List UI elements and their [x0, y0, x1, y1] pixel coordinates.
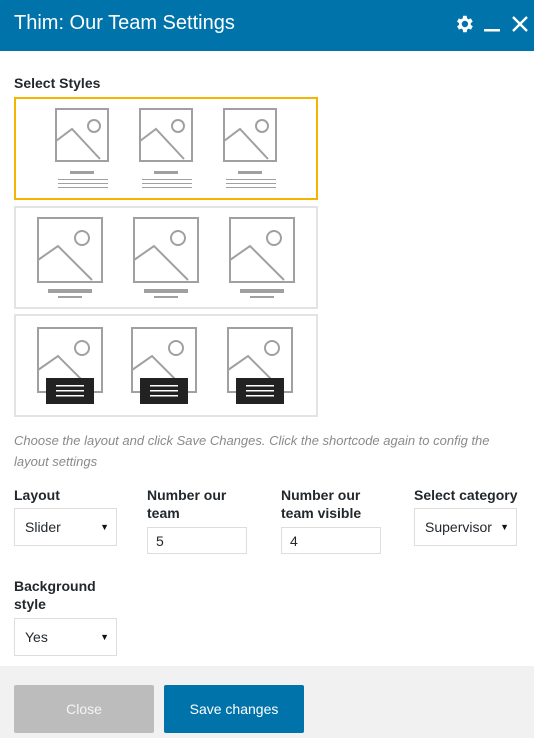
number-visible-input[interactable]: 4	[281, 527, 381, 554]
style-option-1[interactable]	[14, 97, 318, 200]
style-3-preview	[37, 327, 293, 404]
style-1-preview	[55, 108, 277, 188]
chevron-down-icon: ▼	[500, 522, 509, 532]
number-team-input[interactable]: 5	[147, 527, 247, 554]
minimize-icon[interactable]	[480, 12, 504, 36]
chevron-down-icon: ▼	[100, 522, 109, 532]
dialog-title: Thim: Our Team Settings	[14, 12, 235, 34]
gear-icon[interactable]	[452, 12, 476, 36]
save-changes-button[interactable]: Save changes	[164, 685, 304, 733]
chevron-down-icon: ▼	[100, 632, 109, 642]
layout-label: Layout	[14, 487, 60, 503]
close-button[interactable]: Close	[14, 685, 154, 733]
layout-select[interactable]: Slider ▼	[14, 508, 117, 546]
layout-select-value: Slider	[25, 519, 61, 535]
layout-hint-text: Choose the layout and click Save Changes…	[14, 433, 490, 469]
background-style-value: Yes	[25, 629, 48, 645]
number-team-label: Number our team	[147, 487, 227, 521]
style-option-3[interactable]	[14, 314, 318, 417]
category-select[interactable]: Supervisor ▼	[414, 508, 517, 546]
dialog-header: Thim: Our Team Settings	[0, 0, 534, 51]
style-option-2[interactable]	[14, 206, 318, 309]
category-select-value: Supervisor	[425, 519, 492, 535]
category-label: Select category	[414, 487, 518, 503]
number-visible-label: Number our team visible	[281, 487, 362, 521]
close-icon[interactable]	[508, 12, 532, 36]
background-style-select[interactable]: Yes ▼	[14, 618, 117, 656]
style-2-preview	[37, 217, 295, 298]
background-style-label: Background style	[14, 578, 96, 612]
select-styles-label: Select Styles	[14, 75, 101, 91]
